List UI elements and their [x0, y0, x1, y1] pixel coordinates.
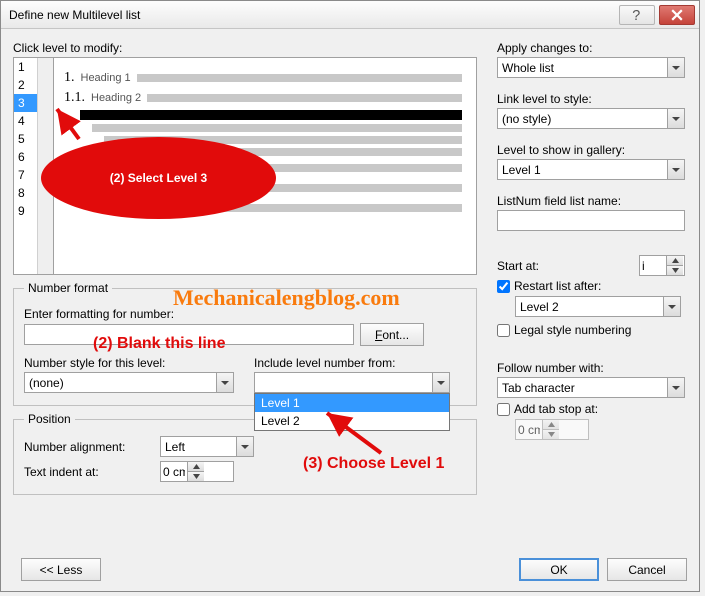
cancel-button[interactable]: Cancel — [607, 558, 687, 581]
add-tab-spin[interactable] — [515, 419, 589, 440]
start-at-value[interactable] — [640, 256, 666, 275]
chevron-down-icon — [667, 160, 684, 179]
link-level-label: Link level to style: — [497, 92, 685, 106]
annotation-arrow-1 — [51, 103, 91, 143]
spin-down-icon[interactable] — [543, 430, 559, 439]
preview-bar — [92, 124, 462, 132]
spin-down-icon[interactable] — [667, 266, 683, 275]
footer: << Less OK Cancel — [13, 558, 687, 581]
show-gallery-select[interactable]: Level 1 — [497, 159, 685, 180]
number-alignment-select[interactable]: Left — [160, 436, 254, 457]
restart-list-check[interactable]: Restart list after: — [497, 279, 685, 293]
restart-checkbox[interactable] — [497, 280, 510, 293]
legal-style-check[interactable]: Legal style numbering — [497, 323, 685, 337]
chevron-down-icon — [216, 373, 233, 392]
number-format-legend: Number format — [24, 281, 112, 295]
chevron-down-icon — [667, 58, 684, 77]
preview-bar — [137, 74, 462, 82]
annotation-choose-level1: (3) Choose Level 1 — [303, 455, 444, 473]
listnum-label: ListNum field list name: — [497, 194, 685, 208]
chevron-down-icon — [432, 373, 449, 392]
preview-h2-txt: Heading 2 — [91, 92, 141, 104]
dialog-window: Define new Multilevel list ? Click level… — [0, 0, 700, 592]
show-gallery-label: Level to show in gallery: — [497, 143, 685, 157]
apply-changes-select[interactable]: Whole list — [497, 57, 685, 78]
text-indent-spin[interactable] — [160, 461, 234, 482]
number-style-select[interactable]: (none) — [24, 372, 234, 393]
less-button[interactable]: << Less — [21, 558, 101, 581]
number-style-label: Number style for this level: — [24, 356, 234, 370]
number-alignment-label: Number alignment: — [24, 440, 154, 454]
annotation-blank-line: (2) Blank this line — [93, 335, 225, 353]
preview-bar — [147, 94, 462, 102]
help-button[interactable]: ? — [619, 5, 655, 25]
number-style-value: (none) — [25, 376, 216, 390]
close-button[interactable] — [659, 5, 695, 25]
chevron-down-icon — [663, 297, 680, 316]
font-button[interactable]: FFont...ont... — [360, 323, 424, 346]
add-tab-checkbox[interactable] — [497, 403, 510, 416]
position-legend: Position — [24, 412, 75, 426]
chevron-down-icon — [667, 109, 684, 128]
title-bar: Define new Multilevel list ? — [1, 1, 699, 29]
follow-select[interactable]: Tab character — [497, 377, 685, 398]
include-level-label: Include level number from: — [254, 356, 450, 370]
spin-down-icon[interactable] — [188, 472, 204, 481]
text-indent-value[interactable] — [161, 462, 187, 481]
dialog-title: Define new Multilevel list — [9, 8, 615, 22]
annotation-arrow-2 — [321, 407, 391, 457]
svg-text:?: ? — [632, 9, 640, 21]
legal-checkbox[interactable] — [497, 324, 510, 337]
start-at-spin[interactable] — [639, 255, 685, 276]
chevron-down-icon — [236, 437, 253, 456]
add-tab-value[interactable] — [516, 420, 542, 439]
follow-label: Follow number with: — [497, 361, 685, 375]
spin-up-icon[interactable] — [543, 420, 559, 430]
start-at-label: Start at: — [497, 259, 633, 273]
link-level-select[interactable]: (no style) — [497, 108, 685, 129]
preview-h1-txt: Heading 1 — [81, 72, 131, 84]
click-level-label: Click level to modify: — [13, 41, 477, 55]
ok-button[interactable]: OK — [519, 558, 599, 581]
text-indent-label: Text indent at: — [24, 465, 154, 479]
apply-changes-label: Apply changes to: — [497, 41, 685, 55]
preview-h1-num: 1. — [64, 70, 75, 86]
right-pane: Apply changes to: Whole list Link level … — [497, 37, 685, 499]
listnum-input[interactable] — [497, 210, 685, 231]
restart-level-select[interactable]: Level 2 — [515, 296, 681, 317]
include-level-select[interactable]: Level 1 Level 2 — [254, 372, 450, 393]
spin-up-icon[interactable] — [667, 256, 683, 266]
preview-current-bar — [80, 110, 462, 120]
annotation-oval-select-level3: (2) Select Level 3 — [41, 137, 276, 219]
add-tab-check[interactable]: Add tab stop at: — [497, 402, 685, 416]
chevron-down-icon — [667, 378, 684, 397]
spin-up-icon[interactable] — [188, 462, 204, 472]
number-alignment-value: Left — [161, 440, 236, 454]
annotation-watermark: Mechanicalengblog.com — [173, 285, 400, 311]
